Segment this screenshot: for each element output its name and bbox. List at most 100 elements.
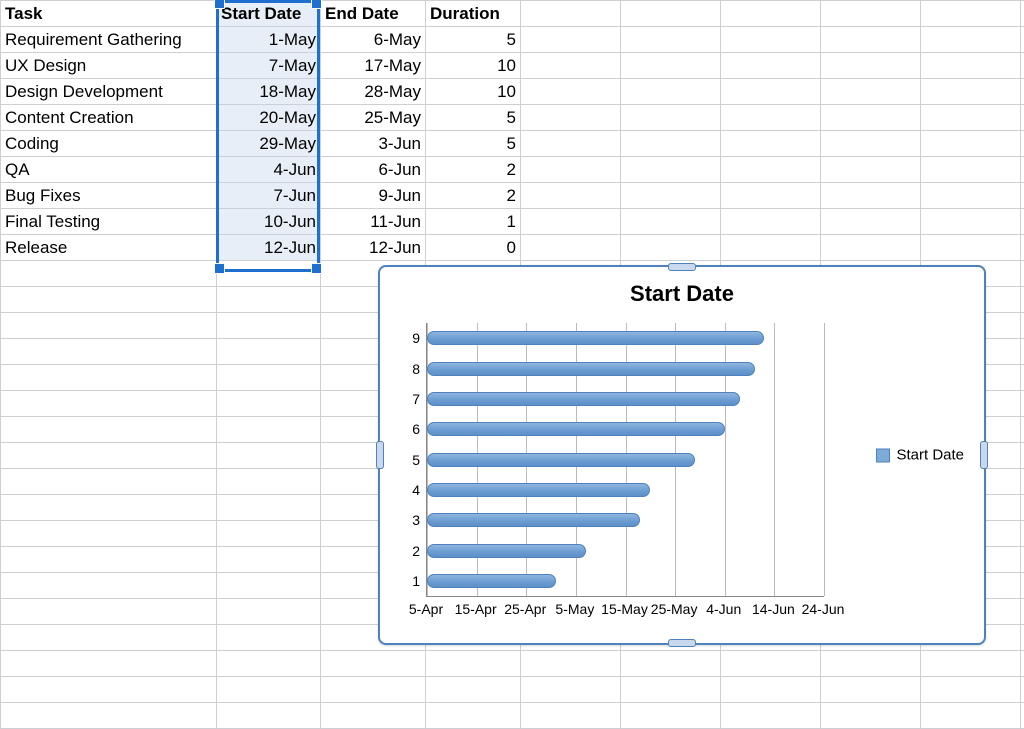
cell-blank[interactable] xyxy=(1021,469,1024,495)
chart-handle-left[interactable] xyxy=(376,441,384,469)
cell-blank[interactable] xyxy=(721,677,821,703)
cell-blank[interactable] xyxy=(721,131,821,157)
cell-blank[interactable] xyxy=(1021,209,1024,235)
cell-blank[interactable] xyxy=(1021,183,1024,209)
cell-blank[interactable] xyxy=(1,521,217,547)
cell-blank[interactable] xyxy=(1021,651,1024,677)
cell-blank[interactable] xyxy=(621,27,721,53)
cell-blank[interactable] xyxy=(921,703,1021,729)
cell-blank[interactable] xyxy=(1021,495,1024,521)
cell-blank[interactable] xyxy=(821,79,921,105)
cell-blank[interactable] xyxy=(521,27,621,53)
cell-blank[interactable] xyxy=(921,183,1021,209)
cell-blank[interactable] xyxy=(921,131,1021,157)
cell-task[interactable]: UX Design xyxy=(1,53,217,79)
cell-blank[interactable] xyxy=(1021,261,1024,287)
cell-blank[interactable] xyxy=(1021,287,1024,313)
cell-duration[interactable]: 10 xyxy=(426,79,521,105)
cell-blank[interactable] xyxy=(821,209,921,235)
cell-blank[interactable] xyxy=(721,105,821,131)
cell-blank[interactable] xyxy=(1021,27,1024,53)
cell-task[interactable]: Bug Fixes xyxy=(1,183,217,209)
cell-blank[interactable] xyxy=(521,131,621,157)
cell-blank[interactable] xyxy=(1021,625,1024,651)
cell-blank[interactable] xyxy=(821,27,921,53)
chart-object[interactable]: Start Date 123456789 5-Apr15-Apr25-Apr5-… xyxy=(378,265,986,645)
chart-handle-top[interactable] xyxy=(668,263,696,271)
cell-blank[interactable] xyxy=(217,677,321,703)
cell-task[interactable]: QA xyxy=(1,157,217,183)
cell-blank[interactable] xyxy=(721,27,821,53)
cell-end[interactable]: 17-May xyxy=(321,53,426,79)
cell-blank[interactable] xyxy=(217,651,321,677)
cell-blank[interactable] xyxy=(321,703,426,729)
cell-blank[interactable] xyxy=(217,625,321,651)
cell-blank[interactable] xyxy=(217,443,321,469)
blank-header[interactable] xyxy=(621,1,721,27)
cell-end[interactable]: 28-May xyxy=(321,79,426,105)
cell-blank[interactable] xyxy=(1,677,217,703)
table-row[interactable]: Bug Fixes7-Jun9-Jun2 xyxy=(1,183,1024,209)
cell-blank[interactable] xyxy=(921,79,1021,105)
cell-blank[interactable] xyxy=(821,157,921,183)
cell-blank[interactable] xyxy=(1,417,217,443)
cell-blank[interactable] xyxy=(1021,105,1024,131)
cell-blank[interactable] xyxy=(921,677,1021,703)
cell-blank[interactable] xyxy=(721,79,821,105)
chart-title[interactable]: Start Date xyxy=(380,281,984,307)
cell-start[interactable]: 1-May xyxy=(217,27,321,53)
cell-blank[interactable] xyxy=(521,677,621,703)
cell-duration[interactable]: 5 xyxy=(426,131,521,157)
cell-task[interactable]: Coding xyxy=(1,131,217,157)
cell-blank[interactable] xyxy=(821,651,921,677)
cell-blank[interactable] xyxy=(1021,443,1024,469)
cell-task[interactable]: Release xyxy=(1,235,217,261)
cell-blank[interactable] xyxy=(1021,573,1024,599)
cell-blank[interactable] xyxy=(1,443,217,469)
cell-blank[interactable] xyxy=(1021,79,1024,105)
cell-blank[interactable] xyxy=(1021,53,1024,79)
cell-blank[interactable] xyxy=(521,105,621,131)
cell-start[interactable]: 20-May xyxy=(217,105,321,131)
cell-start[interactable]: 4-Jun xyxy=(217,157,321,183)
cell-blank[interactable] xyxy=(1,469,217,495)
plot-area[interactable]: 123456789 xyxy=(400,323,824,597)
cell-blank[interactable] xyxy=(1021,599,1024,625)
cell-task[interactable]: Content Creation xyxy=(1,105,217,131)
cell-blank[interactable] xyxy=(1,651,217,677)
cell-blank[interactable] xyxy=(621,183,721,209)
cell-blank[interactable] xyxy=(621,157,721,183)
table-row[interactable] xyxy=(1,677,1024,703)
cell-blank[interactable] xyxy=(1021,313,1024,339)
cell-end[interactable]: 9-Jun xyxy=(321,183,426,209)
table-row[interactable]: Coding29-May3-Jun5 xyxy=(1,131,1024,157)
cell-duration[interactable]: 1 xyxy=(426,209,521,235)
table-row[interactable]: Requirement Gathering1-May6-May5 xyxy=(1,27,1024,53)
cell-task[interactable]: Final Testing xyxy=(1,209,217,235)
cell-start[interactable]: 7-Jun xyxy=(217,183,321,209)
cell-duration[interactable]: 5 xyxy=(426,27,521,53)
table-row[interactable]: Design Development18-May28-May10 xyxy=(1,79,1024,105)
cell-end[interactable]: 6-May xyxy=(321,27,426,53)
cell-blank[interactable] xyxy=(621,79,721,105)
cell-blank[interactable] xyxy=(821,183,921,209)
cell-blank[interactable] xyxy=(921,209,1021,235)
cell-blank[interactable] xyxy=(521,79,621,105)
cell-blank[interactable] xyxy=(217,495,321,521)
cell-blank[interactable] xyxy=(721,703,821,729)
cell-blank[interactable] xyxy=(821,703,921,729)
cell-blank[interactable] xyxy=(217,313,321,339)
cell-blank[interactable] xyxy=(621,677,721,703)
table-row[interactable] xyxy=(1,651,1024,677)
cell-blank[interactable] xyxy=(1021,339,1024,365)
cell-blank[interactable] xyxy=(721,53,821,79)
cell-blank[interactable] xyxy=(1021,703,1024,729)
header-row[interactable]: Task Start Date End Date Duration xyxy=(1,1,1024,27)
col-header-end[interactable]: End Date xyxy=(321,1,426,27)
cell-blank[interactable] xyxy=(1021,235,1024,261)
cell-blank[interactable] xyxy=(821,677,921,703)
cell-start[interactable]: 10-Jun xyxy=(217,209,321,235)
cell-blank[interactable] xyxy=(1,599,217,625)
cell-task[interactable]: Requirement Gathering xyxy=(1,27,217,53)
cell-blank[interactable] xyxy=(721,235,821,261)
